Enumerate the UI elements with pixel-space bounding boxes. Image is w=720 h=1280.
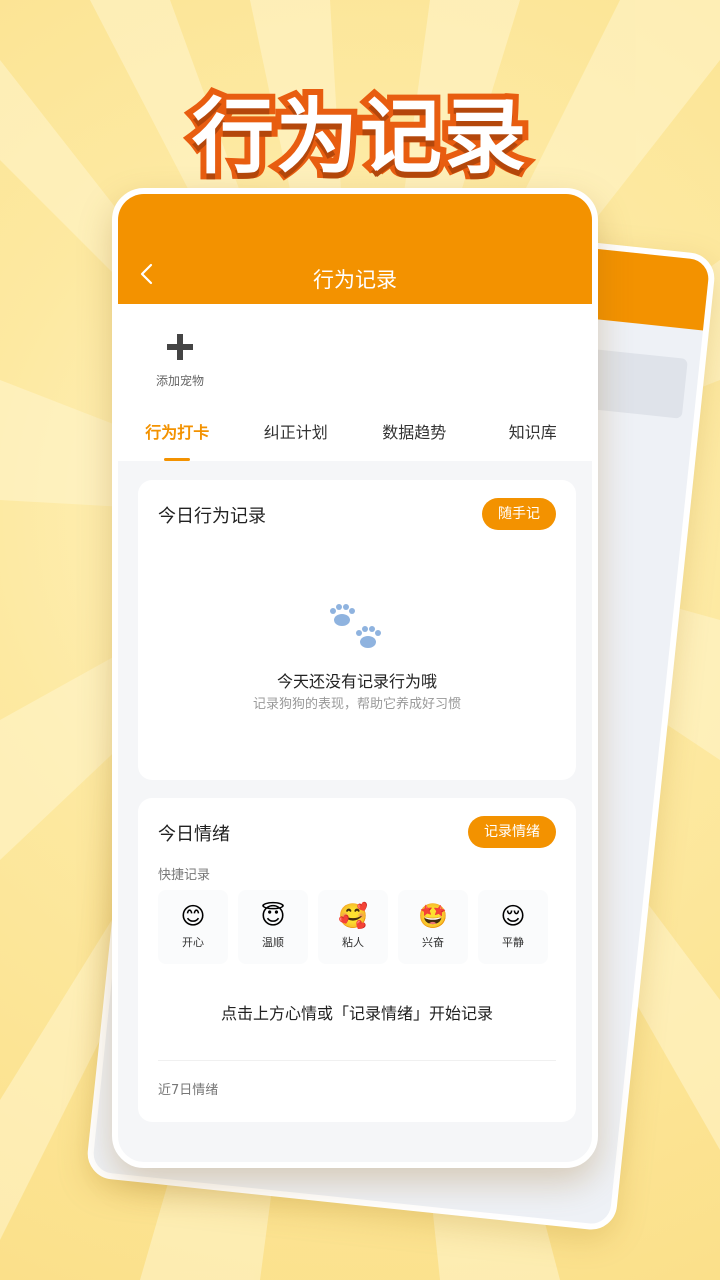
add-pet-button[interactable]: 添加宠物 (150, 332, 210, 389)
mood-option-gentle[interactable]: 😇 温顺 (238, 890, 308, 964)
mood-label: 兴奋 (422, 936, 444, 949)
navbar: 行为记录 (118, 194, 592, 304)
mood-option-happy[interactable]: 😊 开心 (158, 890, 228, 964)
quick-note-button[interactable]: 随手记 (482, 498, 556, 530)
mood-option-calm[interactable]: 😌 平静 (478, 890, 548, 964)
behavior-card-title: 今日行为记录 (158, 506, 266, 527)
pet-selector: 添加宠物 (118, 304, 592, 409)
record-mood-button[interactable]: 记录情绪 (468, 816, 556, 848)
empty-state-subtitle: 记录狗狗的表现，帮助它养成好习惯 (252, 697, 461, 712)
mood-option-clingy[interactable]: 🥰 粘人 (318, 890, 388, 964)
behavior-record-card: 今日行为记录 随手记 今天还没有记录行为哦 记录狗狗的表现，帮助它养成好习惯 (138, 480, 576, 780)
quick-record-label: 快捷记录 (158, 868, 211, 883)
divider (158, 1060, 556, 1061)
mood-label: 开心 (182, 936, 204, 949)
page-title: 行为记录 (313, 268, 397, 292)
tab-behavior-checkin[interactable]: 行为打卡 (118, 409, 237, 461)
mood-card: 今日情绪 记录情绪 快捷记录 😊 开心 😇 温顺 🥰 粘人 🤩 兴奋 😌 平静 (138, 798, 576, 1122)
recent-mood-label: 近7日情绪 (158, 1083, 219, 1098)
add-pet-label: 添加宠物 (155, 374, 204, 388)
hearts-emoji-icon: 🥰 (338, 902, 368, 930)
paw-icon (138, 600, 576, 664)
mood-option-excited[interactable]: 🤩 兴奋 (398, 890, 468, 964)
plus-icon (150, 332, 210, 366)
tab-knowledge-base[interactable]: 知识库 (474, 409, 593, 461)
tab-bar: 行为打卡 纠正计划 数据趋势 知识库 (118, 409, 592, 461)
tab-data-trends[interactable]: 数据趋势 (355, 409, 474, 461)
relieved-emoji-icon: 😌 (500, 902, 526, 930)
star-eyes-emoji-icon: 🤩 (418, 902, 448, 930)
mood-hint-text: 点击上方心情或「记录情绪」开始记录 (220, 1004, 493, 1023)
mood-label: 温顺 (262, 936, 284, 949)
phone-screen: 行为记录 添加宠物 行为打卡 纠正计划 数据趋势 知识库 今日行为记录 随手记 (112, 188, 598, 1168)
smile-emoji-icon: 😊 (180, 902, 206, 930)
tab-correction-plan[interactable]: 纠正计划 (237, 409, 356, 461)
mood-label: 平静 (502, 936, 524, 949)
headline-banner: 行为记录 (186, 84, 532, 191)
halo-emoji-icon: 😇 (260, 902, 286, 930)
mood-options: 😊 开心 😇 温顺 🥰 粘人 🤩 兴奋 😌 平静 (158, 890, 548, 964)
mood-card-title: 今日情绪 (158, 824, 230, 845)
empty-state-title: 今天还没有记录行为哦 (276, 672, 437, 691)
mood-label: 粘人 (342, 936, 364, 949)
